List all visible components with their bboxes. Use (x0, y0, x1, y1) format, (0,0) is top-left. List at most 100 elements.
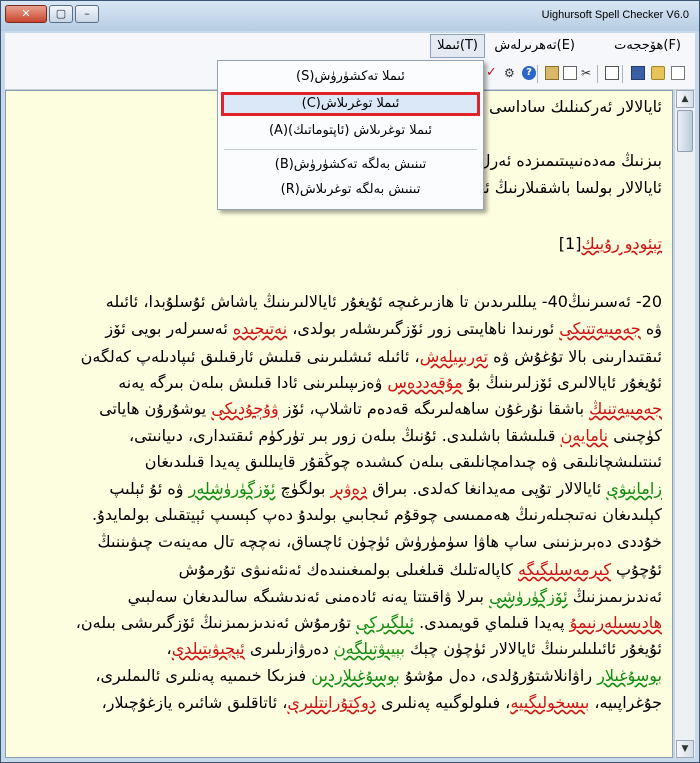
document-line: ۋە جەمىيەتتىكى ئورنىدا ناھايىتى زور ئۆزگ… (105, 319, 662, 338)
misspelled-word[interactable]: جەمىيەتنىڭ (589, 399, 662, 418)
help-icon[interactable]: ? (522, 66, 536, 80)
text-run: ئۇيغۇر ئائىلىلىرىنىڭ ئايالالار ئۈچۈن چېك (404, 639, 662, 658)
text-run: بولگۈچ (275, 479, 331, 498)
text-run: ئايالالار تۇپى مەيدانغا كەلدى. بىراق (367, 479, 607, 498)
document-line: تېئودو رۇيىك[1] (559, 234, 662, 253)
misspelled-word[interactable]: تەربىيلەش (420, 347, 488, 366)
text-run: 20- ئەسىرنىڭ40- يىللىرىدىن تا ھازىرغىچە … (105, 292, 662, 311)
suggested-word[interactable]: ئۆزگۈرۈشلەر (189, 479, 276, 498)
text-run: پەيدا قىلماي قويمىدى. (414, 613, 570, 632)
menu-item-punctuation-check[interactable]: تىنىش بەلگە تەكشۈرۈش(B) (222, 154, 479, 176)
misspelled-word[interactable]: بىسخولىگىيە (510, 693, 589, 712)
text-run: ئىقتىدارىنى بالا تۇغۇش ۋە (487, 347, 662, 366)
toolbar-separator (597, 65, 598, 83)
scroll-up-button[interactable]: ▲ (676, 90, 694, 108)
text-run: قىلىشقا باشلىدى. ئۇنىڭ بىلەن زور بىر تۈر… (129, 426, 561, 445)
text-run: يوشۇرۇن ھاياتى (99, 399, 212, 418)
menu-edit[interactable]: تەھرىرلەش(E) (494, 36, 575, 56)
misspelled-word[interactable]: نامايەن (561, 426, 609, 445)
text-run: ، ئاتاقلىق شائىرە يازغۇچىلار، (101, 693, 288, 712)
text-run: بىزنىڭ مەدەنىيىتىمىزدە ئەرل (478, 151, 662, 170)
text-run: باشقا نۇرغۇن ساھەلىرىگە قەدەم تاشلاپ، ئۆ… (278, 399, 590, 418)
document-line: ھادىسىلەرنىمۇ پەيدا قىلماي قويمىدى. ئىلگ… (76, 613, 662, 632)
document-line: زامانىۋى ئايالالار تۇپى مەيدانغا كەلدى. … (109, 479, 662, 498)
misspelled-word[interactable]: نەتىجىدە (233, 319, 287, 338)
suggested-word[interactable]: ئۆزگۈرۈشى (489, 587, 568, 606)
text-run: ئەسىرلەر بويى ئۆز (105, 319, 233, 338)
misspelled-word[interactable]: مۇقەددەس (387, 373, 462, 392)
misspelled-word[interactable]: دەۋىر (331, 479, 368, 498)
text-run: ، ئائىلە ئىشلىرىنى قىلىش ئارقىلىق ئىپادى… (80, 347, 420, 366)
misspelled-word[interactable]: جەمىيەتتىكى (559, 319, 641, 338)
document-line: ئۇيغۇر ئايالالىرى ئۆزلىرىنىڭ بۇ مۇقەددەس… (118, 373, 662, 392)
suggested-word[interactable]: زامانىۋى (606, 479, 662, 498)
misspelled-word[interactable]: ھادىسىلەرنىمۇ (570, 613, 662, 632)
cut-icon[interactable]: ✂ (581, 66, 595, 80)
text-run: راۋانلاشتۇرۇلدى، دەل مۇشۇ (399, 666, 598, 685)
text-run: ۋە (640, 319, 662, 338)
vertical-scrollbar[interactable]: ▲ ▼ (674, 90, 695, 758)
menu-separator (224, 149, 477, 150)
text-run: فىزىكا خىمىيە پەنلىرى ئالىملىرى، (95, 666, 312, 685)
text-run: ، فىلولوگىيە پەنلىرى (375, 693, 511, 712)
title-bar[interactable]: ✕ ▢ – Uighursoft Spell Checker V6.0 (1, 1, 699, 31)
save-icon[interactable] (631, 66, 645, 80)
misspelled-word[interactable]: كىرمەسلىگىگە (518, 560, 611, 579)
document-line: ئۇيغۇر ئائىلىلىرىنىڭ ئايالالار ئۈچۈن چېك… (167, 639, 662, 658)
text-run: بىرلا ۋاقىتتا يەنە ئادەمنى ئەندىشىگە سال… (127, 587, 490, 606)
suggested-word[interactable]: بېيىۋتىلگەن (334, 639, 405, 658)
document-line: بوسۇغىلار راۋانلاشتۇرۇلدى، دەل مۇشۇ بوسۇ… (95, 666, 662, 685)
window-title: Uighursoft Spell Checker V6.0 (541, 9, 689, 21)
menu-item-punctuation-correct[interactable]: تىنىش بەلگە توغرىلاش(R) (222, 179, 479, 201)
text-run: كۈچىنى (608, 426, 662, 445)
paste-icon[interactable] (545, 66, 559, 80)
text-run: ئايالالار بولسا باشقىلارنىڭ ئۆز (469, 178, 662, 197)
new-file-icon[interactable] (671, 66, 685, 80)
menu-item-spell-correct[interactable]: ئىملا توغرىلاش(C) (221, 92, 480, 116)
scroll-thumb[interactable] (677, 110, 693, 152)
text-run: ۋەزىپىلىرىنى ئادا قىلىش بىلەن بىرگە يەنە (118, 373, 388, 392)
maximize-button[interactable]: ▢ (49, 5, 73, 23)
document-line: ئىنتىلىشچانلىقى ۋە چىدامچانلىقى بىلەن كى… (145, 452, 662, 471)
text-run: جۇغراپىيە، (589, 693, 662, 712)
document-line: خۇددى دەبرىزنىنى ساپ ھاۋا سۈمۈرۈش ئۈچۈن … (98, 532, 662, 551)
misspelled-word[interactable]: دوكتۇرانتلىرى (287, 693, 376, 712)
text-run: ئايالالار ئەركىنلىك ساداسى ئى (466, 97, 662, 116)
suggested-word[interactable]: بوسۇغىلار (597, 666, 662, 685)
toolbar-separator (622, 65, 623, 83)
misspelled-word[interactable]: ۋۇجۇدىكى (211, 399, 278, 418)
spelling-menu-dropdown: ئىملا تەكشۈرۈش(S) ئىملا توغرىلاش(C) ئىمل… (217, 60, 484, 210)
menu-file[interactable]: ھۆججەت(F) (614, 36, 681, 56)
document-line: 20- ئەسىرنىڭ40- يىللىرىدىن تا ھازىرغىچە … (106, 292, 662, 311)
menu-item-spell-correct-auto[interactable]: ئىملا توغرىلاش (ئاپتوماتىك)(A) (222, 120, 479, 142)
misspelled-word[interactable]: ئېچىۋېتىلدى (172, 639, 245, 658)
settings-icon[interactable]: ⚙ (504, 66, 518, 80)
close-button[interactable]: ✕ (5, 5, 47, 23)
spell-check-icon[interactable]: ✓ (486, 66, 500, 80)
suggested-word[interactable]: بوسۇغىلاردىن (311, 666, 400, 685)
suggested-word[interactable]: ئىلگىركى (356, 613, 414, 632)
menu-bar: ھۆججەت(F) تەھرىرلەش(E) ئىملا(T) (5, 33, 695, 60)
app-window: ✕ ▢ – Uighursoft Spell Checker V6.0 ھۆجج… (0, 0, 700, 763)
scroll-down-button[interactable]: ▼ (676, 740, 694, 758)
text-run: [1] (558, 234, 582, 253)
text-run: كاپالەتلىك قىلغىلى بولمىغىنىدەك ئەنئەنىۋ… (178, 560, 518, 579)
text-run: ئۇيغۇر ئايالالىرى ئۆزلىرىنىڭ بۇ (462, 373, 662, 392)
document-line: جۇغراپىيە، بىسخولىگىيە، فىلولوگىيە پەنلى… (102, 693, 662, 712)
open-folder-icon[interactable] (651, 66, 665, 80)
document-line: جەمىيەتنىڭ باشقا نۇرغۇن ساھەلىرىگە قەدەم… (99, 399, 662, 418)
text-run: خۇددى دەبرىزنىنى ساپ ھاۋا سۈمۈرۈش ئۈچۈن … (97, 532, 662, 551)
menu-item-spell-check[interactable]: ئىملا تەكشۈرۈش(S) (222, 66, 479, 88)
document-line: ئەندىزىمىزنىڭ ئۆزگۈرۈشى بىرلا ۋاقىتتا يە… (128, 587, 662, 606)
text-run: ۋە ئۇ ئېلىپ (109, 479, 189, 498)
text-run: ئەندىزىمىزنىڭ (567, 587, 662, 606)
misspelled-word[interactable]: تېئودو رۇيىك (581, 234, 662, 253)
menu-spelling[interactable]: ئىملا(T) (430, 34, 485, 58)
print-icon[interactable] (605, 66, 619, 80)
text-run: ئىنتىلىشچانلىقى ۋە چىدامچانلىقى بىلەن كى… (144, 452, 662, 471)
document-line: كۈچىنى نامايەن قىلىشقا باشلىدى. ئۇنىڭ بى… (129, 426, 662, 445)
minimize-button[interactable]: – (75, 5, 99, 23)
document-line: ئۇچۇپ كىرمەسلىگىگە كاپالەتلىك قىلغىلى بو… (179, 560, 662, 579)
copy-icon[interactable] (563, 66, 577, 80)
text-run: ئۇچۇپ (610, 560, 662, 579)
